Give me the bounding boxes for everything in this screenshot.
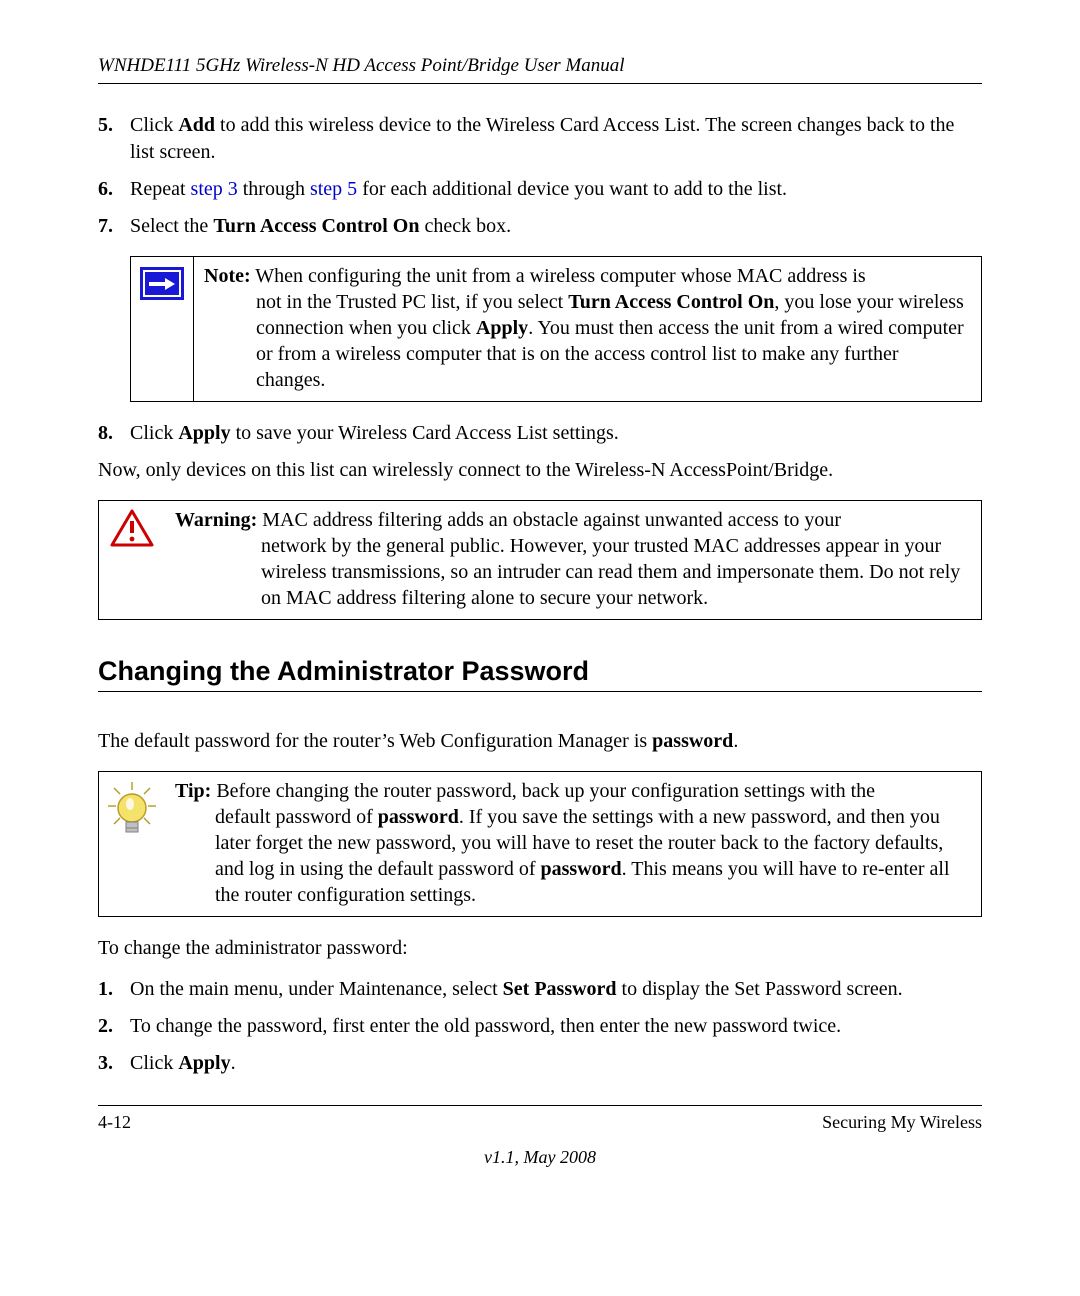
- note-callout: Note: When configuring the unit from a w…: [130, 256, 982, 402]
- step-text-post: .: [231, 1052, 236, 1074]
- footer-section-title: Securing My Wireless: [822, 1112, 982, 1133]
- manual-page: WNHDE111 5GHz Wireless-N HD Access Point…: [0, 0, 1080, 1296]
- tip-body-pre: default password of: [215, 806, 378, 828]
- step-list-a: 5. Click Add to add this wireless device…: [98, 112, 982, 240]
- tip-callout: Tip: Before changing the router password…: [98, 771, 982, 917]
- warning-callout: Warning: MAC address filtering adds an o…: [98, 500, 982, 620]
- running-header: WNHDE111 5GHz Wireless-N HD Access Point…: [98, 55, 982, 84]
- step-text: Click: [130, 1052, 178, 1074]
- step-text: Select the: [130, 215, 213, 237]
- page-footer: 4-12 Securing My Wireless: [98, 1105, 982, 1133]
- lightbulb-tip-icon: [104, 780, 160, 844]
- bold-apply: Apply: [178, 422, 230, 444]
- warning-triangle-icon: [110, 509, 154, 549]
- note-body-pre: not in the Trusted PC list, if you selec…: [256, 291, 568, 313]
- step-text: Repeat: [130, 178, 191, 200]
- step-number: 3.: [98, 1050, 113, 1077]
- step-number: 7.: [98, 213, 113, 240]
- note-text: Note: When configuring the unit from a w…: [194, 257, 981, 401]
- step-5: 5. Click Add to add this wireless device…: [98, 112, 982, 166]
- note-label: Note:: [204, 265, 251, 287]
- tip-text: Tip: Before changing the router password…: [165, 772, 981, 916]
- step-number: 8.: [98, 420, 113, 447]
- footer-page-number: 4-12: [98, 1112, 131, 1133]
- step-7: 7. Select the Turn Access Control On che…: [98, 213, 982, 240]
- note-arrow-icon: [140, 267, 184, 300]
- bold-set-password: Set Password: [503, 978, 617, 1000]
- tip-icon-cell: [99, 772, 165, 916]
- step-list-b: 8. Click Apply to save your Wireless Car…: [98, 420, 982, 447]
- step-text: To change the password, first enter the …: [130, 1015, 841, 1037]
- bold-apply: Apply: [178, 1052, 230, 1074]
- note-bold1: Turn Access Control On: [568, 291, 774, 313]
- step-text-post: to display the Set Password screen.: [617, 978, 903, 1000]
- arrow-right-icon: [149, 277, 175, 291]
- paragraph-now-only: Now, only devices on this list can wirel…: [98, 457, 982, 484]
- bold-add: Add: [178, 114, 215, 136]
- step-text-post: to add this wireless device to the Wirel…: [130, 114, 954, 163]
- note-icon-cell: [131, 257, 194, 401]
- step-number: 2.: [98, 1013, 113, 1040]
- step-c2: 2. To change the password, first enter t…: [98, 1013, 982, 1040]
- warning-firstline: MAC address filtering adds an obstacle a…: [257, 509, 841, 531]
- section-intro: The default password for the router’s We…: [98, 728, 982, 755]
- step-text-post: check box.: [419, 215, 511, 237]
- footer-version: v1.1, May 2008: [98, 1147, 982, 1168]
- tip-label: Tip:: [175, 780, 211, 802]
- step-text: On the main menu, under Maintenance, sel…: [130, 978, 503, 1000]
- link-step3[interactable]: step 3: [191, 178, 238, 200]
- step-text: Click: [130, 114, 178, 136]
- warning-text: Warning: MAC address filtering adds an o…: [165, 501, 981, 619]
- step-number: 1.: [98, 976, 113, 1003]
- step-6: 6. Repeat step 3 through step 5 for each…: [98, 176, 982, 203]
- warning-body: network by the general public. However, …: [175, 533, 971, 611]
- note-bold2: Apply: [476, 317, 528, 339]
- step-text-post: to save your Wireless Card Access List s…: [231, 422, 619, 444]
- link-step5[interactable]: step 5: [310, 178, 357, 200]
- warning-label: Warning:: [175, 509, 257, 531]
- warning-icon-cell: [99, 501, 165, 619]
- tip-bold1: password: [378, 806, 459, 828]
- section-heading: Changing the Administrator Password: [98, 656, 982, 692]
- step-c1: 1. On the main menu, under Maintenance, …: [98, 976, 982, 1003]
- step-number: 6.: [98, 176, 113, 203]
- tip-firstline: Before changing the router password, bac…: [211, 780, 875, 802]
- intro-post: .: [733, 730, 738, 752]
- step-c3: 3. Click Apply.: [98, 1050, 982, 1077]
- bold-turn-access: Turn Access Control On: [213, 215, 419, 237]
- intro-bold: password: [652, 730, 733, 752]
- step-list-c: 1. On the main menu, under Maintenance, …: [98, 976, 982, 1077]
- tip-bold2: password: [541, 858, 622, 880]
- step-text: Click: [130, 422, 178, 444]
- step-mid: through: [238, 178, 310, 200]
- note-firstline: When configuring the unit from a wireles…: [251, 265, 866, 287]
- step-8: 8. Click Apply to save your Wireless Car…: [98, 420, 982, 447]
- step-text-post: for each additional device you want to a…: [357, 178, 787, 200]
- paragraph-to-change: To change the administrator password:: [98, 935, 982, 962]
- step-number: 5.: [98, 112, 113, 139]
- intro-pre: The default password for the router’s We…: [98, 730, 652, 752]
